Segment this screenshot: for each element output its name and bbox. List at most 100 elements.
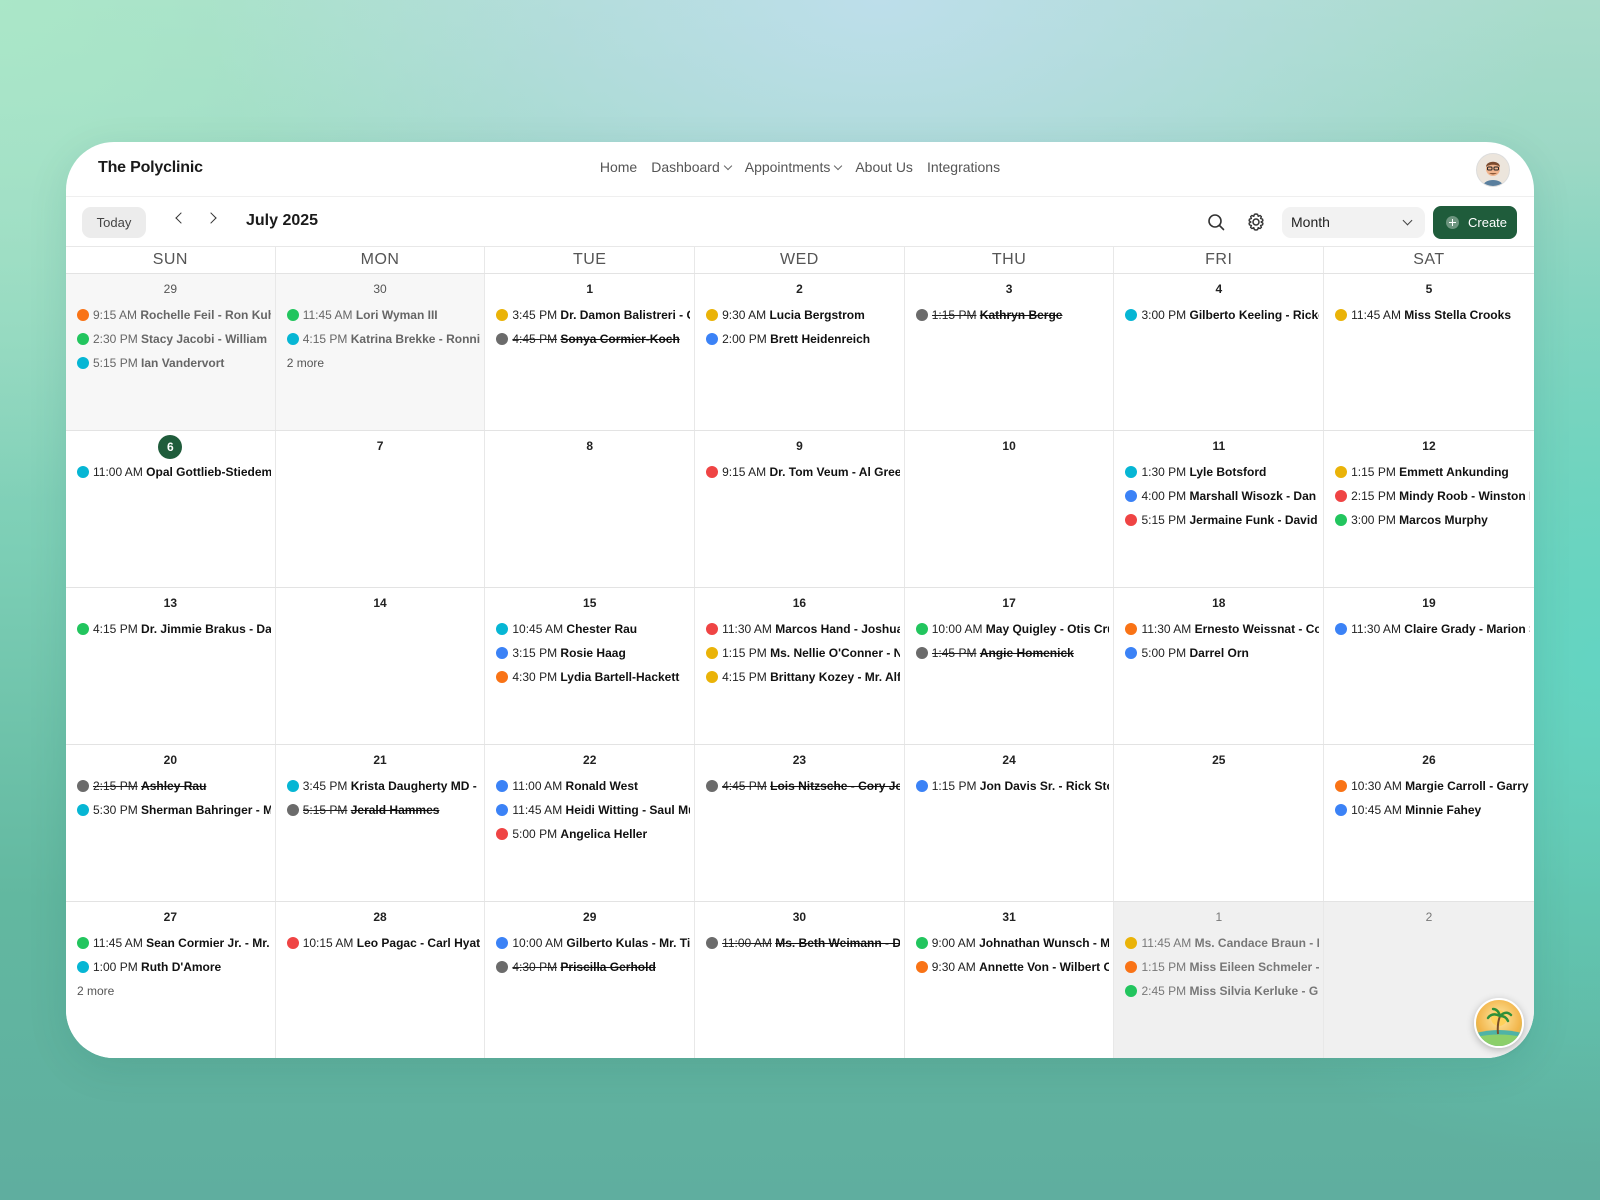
- day-number[interactable]: 7: [276, 439, 485, 453]
- day-cell[interactable]: 19 11:30 AM Claire Grady - Marion S: [1324, 588, 1534, 744]
- day-number[interactable]: 31: [905, 910, 1114, 924]
- appointment-event[interactable]: 10:15 AM Leo Pagac - Carl Hyatt: [286, 935, 485, 959]
- cancelled-appointment[interactable]: 1:45 PM Angie Homenick: [915, 645, 1114, 669]
- day-cell[interactable]: 30 11:00 AM Ms. Beth Weimann - De: [695, 902, 905, 1058]
- today-date-badge[interactable]: 6: [66, 435, 275, 459]
- appointment-event[interactable]: 11:45 AM Heidi Witting - Saul Mulle: [496, 802, 694, 826]
- day-cell[interactable]: 12 1:15 PM Emmett Ankunding 2:15 PM Mindy …: [1324, 431, 1534, 587]
- appointment-event[interactable]: 11:45 AM Lori Wyman III: [286, 307, 485, 331]
- nav-about-us[interactable]: About Us: [855, 159, 913, 175]
- appointment-event[interactable]: 10:00 AM Gilberto Kulas - Mr. Tim: [496, 935, 694, 959]
- cancelled-appointment[interactable]: 4:45 PM Lois Nitzsche - Cory Jerd: [706, 778, 904, 802]
- cancelled-appointment[interactable]: 4:30 PM Priscilla Gerhold: [496, 959, 694, 983]
- day-cell[interactable]: 11 1:30 PM Lyle Botsford 4:00 PM Marshall …: [1114, 431, 1325, 587]
- more-events-link[interactable]: 2 more: [77, 983, 275, 1003]
- appointment-event[interactable]: 5:00 PM Darrel Orn: [1125, 645, 1323, 669]
- appointment-event[interactable]: 11:00 AM Ronald West: [496, 778, 694, 802]
- more-events-link[interactable]: 2 more: [287, 355, 485, 375]
- appointment-event[interactable]: 3:15 PM Rosie Haag: [496, 645, 694, 669]
- day-number[interactable]: 18: [1114, 596, 1323, 610]
- appointment-event[interactable]: 10:00 AM May Quigley - Otis Cru: [915, 621, 1114, 645]
- day-cell[interactable]: 26 10:30 AM Margie Carroll - Garry C 10:45…: [1324, 745, 1534, 901]
- cancelled-appointment[interactable]: 1:15 PM Kathryn Berge: [915, 307, 1114, 331]
- day-number[interactable]: 25: [1114, 753, 1323, 767]
- day-number[interactable]: 14: [276, 596, 485, 610]
- next-month-chevron-icon[interactable]: [205, 212, 217, 224]
- appointment-event[interactable]: 2:30 PM Stacy Jacobi - William K: [77, 331, 275, 355]
- cancelled-appointment[interactable]: 2:15 PM Ashley Rau: [77, 778, 275, 802]
- cancelled-appointment[interactable]: 5:15 PM Jerald Hammes: [286, 802, 485, 826]
- day-cell[interactable]: 17 10:00 AM May Quigley - Otis Cru 1:45 PM…: [904, 588, 1115, 744]
- appointment-event[interactable]: 3:45 PM Dr. Damon Balistreri - Cr: [496, 307, 694, 331]
- appointment-event[interactable]: 10:45 AM Minnie Fahey: [1335, 802, 1534, 826]
- day-number[interactable]: 22: [485, 753, 694, 767]
- day-cell[interactable]: 3 1:15 PM Kathryn Berge: [904, 274, 1115, 430]
- cancelled-appointment[interactable]: 11:00 AM Ms. Beth Weimann - De: [706, 935, 904, 959]
- appointment-event[interactable]: 11:45 AM Ms. Candace Braun - Elb: [1125, 935, 1323, 959]
- appointment-event[interactable]: 2:00 PM Brett Heidenreich: [706, 331, 904, 355]
- day-number[interactable]: 27: [66, 910, 275, 924]
- day-cell[interactable]: 16 11:30 AM Marcos Hand - Joshua S 1:15 PM…: [695, 588, 905, 744]
- day-number[interactable]: 28: [276, 910, 485, 924]
- appointment-event[interactable]: 4:15 PM Dr. Jimmie Brakus - Dan J: [77, 621, 275, 645]
- previous-month-chevron-icon[interactable]: [175, 212, 187, 224]
- appointment-event[interactable]: 3:45 PM Krista Daugherty MD - M: [286, 778, 485, 802]
- day-number[interactable]: 11: [1114, 439, 1323, 453]
- appointment-event[interactable]: 3:00 PM Gilberto Keeling - Rickey: [1125, 307, 1323, 331]
- view-mode-select[interactable]: Month: [1282, 207, 1425, 238]
- nav-home[interactable]: Home: [600, 159, 637, 175]
- appointment-event[interactable]: 10:45 AM Chester Rau: [496, 621, 694, 645]
- day-number[interactable]: 20: [66, 753, 275, 767]
- appointment-event[interactable]: 2:15 PM Mindy Roob - Winston No: [1335, 488, 1534, 512]
- appointment-event[interactable]: 1:15 PM Jon Davis Sr. - Rick Stokes: [915, 778, 1114, 802]
- day-cell[interactable]: 27 11:45 AM Sean Cormier Jr. - Mr. Je 1:00…: [66, 902, 276, 1058]
- day-cell[interactable]: 10: [904, 431, 1115, 587]
- appointment-event[interactable]: 1:30 PM Lyle Botsford: [1125, 464, 1323, 488]
- nav-integrations[interactable]: Integrations: [927, 159, 1000, 175]
- settings-gear-icon[interactable]: [1245, 211, 1267, 233]
- day-number[interactable]: 1: [1114, 910, 1323, 924]
- appointment-event[interactable]: 1:15 PM Emmett Ankunding: [1335, 464, 1534, 488]
- appointment-event[interactable]: 5:15 PM Ian Vandervort: [77, 355, 275, 379]
- day-number[interactable]: 8: [485, 439, 694, 453]
- search-icon[interactable]: [1205, 211, 1227, 233]
- appointment-event[interactable]: 9:30 AM Annette Von - Wilbert O: [915, 959, 1114, 983]
- appointment-event[interactable]: 4:15 PM Brittany Kozey - Mr. Alfre: [706, 669, 904, 693]
- appointment-event[interactable]: 11:30 AM Marcos Hand - Joshua S: [706, 621, 904, 645]
- appointment-event[interactable]: 10:30 AM Margie Carroll - Garry C: [1335, 778, 1534, 802]
- appointment-event[interactable]: 5:15 PM Jermaine Funk - David Jo: [1125, 512, 1323, 536]
- day-cell[interactable]: 28 10:15 AM Leo Pagac - Carl Hyatt: [275, 902, 486, 1058]
- day-number[interactable]: 5: [1324, 282, 1534, 296]
- day-number[interactable]: 15: [485, 596, 694, 610]
- user-avatar[interactable]: [1476, 153, 1510, 187]
- day-number[interactable]: 10: [905, 439, 1114, 453]
- day-cell[interactable]: 23 4:45 PM Lois Nitzsche - Cory Jerd: [695, 745, 905, 901]
- appointment-event[interactable]: 11:30 AM Ernesto Weissnat - Cour: [1125, 621, 1323, 645]
- floating-assistant-button[interactable]: [1474, 998, 1524, 1048]
- day-cell[interactable]: 18 11:30 AM Ernesto Weissnat - Cour 5:00 P…: [1114, 588, 1325, 744]
- day-number[interactable]: 24: [905, 753, 1114, 767]
- appointment-event[interactable]: 1:15 PM Miss Eileen Schmeler - Au: [1125, 959, 1323, 983]
- day-cell[interactable]: 15 10:45 AM Chester Rau 3:15 PM Rosie Haag…: [485, 588, 696, 744]
- appointment-event[interactable]: 11:45 AM Miss Stella Crooks: [1335, 307, 1534, 331]
- day-cell[interactable]: 29 10:00 AM Gilberto Kulas - Mr. Tim 4:30 …: [485, 902, 696, 1058]
- day-number[interactable]: 19: [1324, 596, 1534, 610]
- day-number[interactable]: 2: [1324, 910, 1534, 924]
- today-button[interactable]: Today: [82, 207, 146, 238]
- day-cell[interactable]: 13 4:15 PM Dr. Jimmie Brakus - Dan J: [66, 588, 276, 744]
- day-number[interactable]: 9: [695, 439, 904, 453]
- appointment-event[interactable]: 4:15 PM Katrina Brekke - Ronnie T: [286, 331, 485, 355]
- appointment-event[interactable]: 4:00 PM Marshall Wisozk - Dan T: [1125, 488, 1323, 512]
- day-cell[interactable]: 20 2:15 PM Ashley Rau 5:30 PM Sherman Bahr…: [66, 745, 276, 901]
- day-cell[interactable]: 6 11:00 AM Opal Gottlieb-Stiedemc: [66, 431, 276, 587]
- day-cell[interactable]: 9 9:15 AM Dr. Tom Veum - Al Green: [695, 431, 905, 587]
- day-number[interactable]: 17: [905, 596, 1114, 610]
- day-cell[interactable]: 1 3:45 PM Dr. Damon Balistreri - Cr 4:45 P…: [485, 274, 696, 430]
- appointment-event[interactable]: 1:00 PM Ruth D'Amore: [77, 959, 275, 983]
- day-cell[interactable]: 4 3:00 PM Gilberto Keeling - Rickey: [1114, 274, 1325, 430]
- create-button[interactable]: Create: [1433, 206, 1517, 239]
- day-number[interactable]: 2: [695, 282, 904, 296]
- appointment-event[interactable]: 11:30 AM Claire Grady - Marion S: [1335, 621, 1534, 645]
- day-number[interactable]: 21: [276, 753, 485, 767]
- day-cell[interactable]: 14: [275, 588, 486, 744]
